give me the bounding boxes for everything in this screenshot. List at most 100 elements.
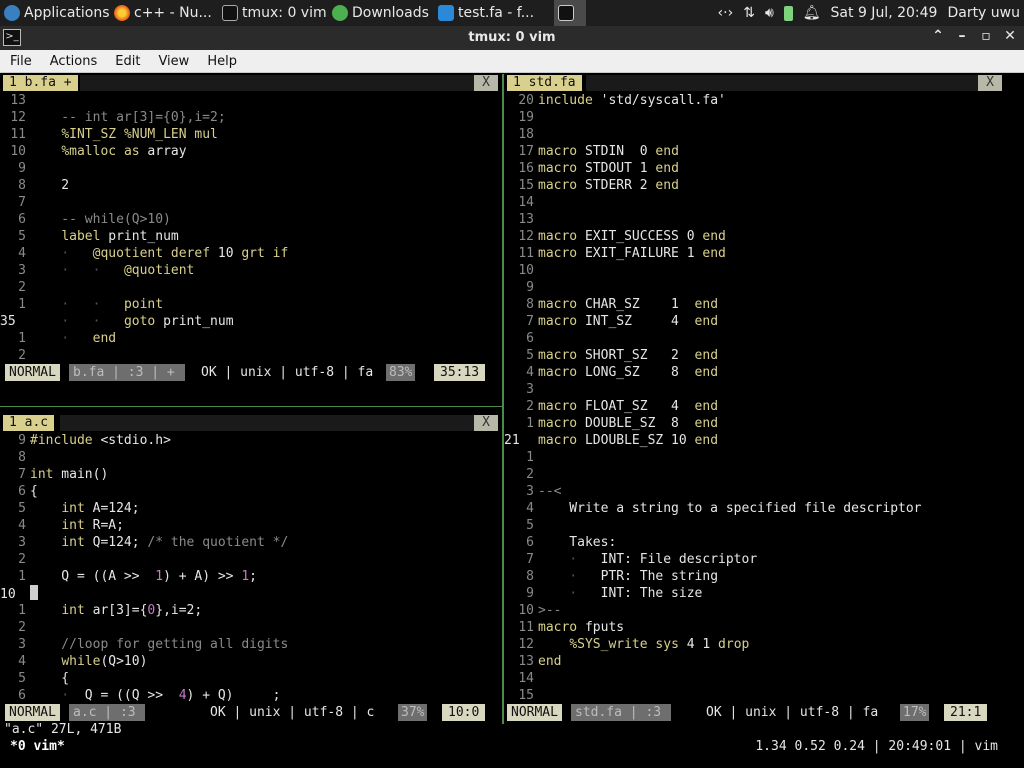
task-vscode[interactable]: test.fa - f... xyxy=(434,0,546,26)
code-line[interactable]: 1 int ar[3]={0},i=2; xyxy=(0,602,202,619)
line-text[interactable]: >-- xyxy=(538,603,561,618)
vim-tab-b-fa[interactable]: 1 b.fa + xyxy=(3,75,78,91)
line-text[interactable]: macro EXIT_SUCCESS 0 end xyxy=(538,229,726,244)
code-line[interactable]: 9 #include <stdio.h> xyxy=(0,432,171,449)
code-line[interactable]: 2 xyxy=(0,619,30,636)
code-line[interactable]: 8 xyxy=(0,449,30,466)
code-line[interactable]: 3 //loop for getting all digits xyxy=(0,636,288,653)
line-text[interactable]: · end xyxy=(30,331,116,346)
code-line[interactable]: 14 xyxy=(504,194,538,211)
terminal-area[interactable]: 1 b.fa + X 13 12 -- int ar[3]={0},i=2; 11 … xyxy=(0,74,1024,768)
vim-tab-std-fa[interactable]: 1 std.fa xyxy=(507,75,582,91)
line-text[interactable]: macro SHORT_SZ 2 end xyxy=(538,348,718,363)
code-line[interactable]: 2 xyxy=(504,466,538,483)
code-line[interactable]: 4 int R=A; xyxy=(0,517,124,534)
vim-tab-a-c[interactable]: 1 a.c xyxy=(3,415,55,431)
line-text[interactable]: -- int ar[3]={0},i=2; xyxy=(30,110,225,125)
code-line[interactable]: 19 xyxy=(504,109,538,126)
task-tmux[interactable]: tmux: 0 vim xyxy=(218,0,328,26)
code-line[interactable]: 7 · INT: File descriptor xyxy=(504,551,757,568)
code-line[interactable]: 3 --< xyxy=(504,483,561,500)
code-line[interactable]: 1 Q = ((A >> 1) + A) >> 1; xyxy=(0,568,257,585)
code-line[interactable]: 3 int Q=124; /* the quotient */ xyxy=(0,534,288,551)
line-text[interactable]: · · @quotient xyxy=(30,263,194,278)
line-text[interactable]: · INT: The size xyxy=(538,586,702,601)
line-text[interactable]: end xyxy=(538,654,561,669)
line-text[interactable]: int main() xyxy=(30,467,108,482)
network-icon[interactable]: ‹·› xyxy=(718,5,734,21)
vim-pane-std-fa[interactable]: 1 std.fa X 20 include 'std/syscall.fa' 19 1… xyxy=(504,74,1024,724)
code-line[interactable]: 15 macro STDERR 2 end xyxy=(504,177,679,194)
task-firefox[interactable]: c++ - Nu... xyxy=(110,0,218,26)
line-text[interactable]: while(Q>10) xyxy=(30,654,147,669)
task-downloads[interactable]: Downloads xyxy=(328,0,434,26)
code-line[interactable]: 3 xyxy=(504,381,538,398)
menu-view[interactable]: View xyxy=(148,54,197,69)
line-text[interactable]: macro FLOAT_SZ 4 end xyxy=(538,399,718,414)
code-line[interactable]: 3 · · @quotient xyxy=(0,262,194,279)
code-line[interactable]: 7 int main() xyxy=(0,466,108,483)
code-line[interactable]: 10 >-- xyxy=(504,602,561,619)
menu-actions[interactable]: Actions xyxy=(40,54,106,69)
line-text[interactable]: #include <stdio.h> xyxy=(30,433,171,448)
line-text[interactable]: %INT_SZ %NUM_LEN mul xyxy=(30,127,218,142)
line-text[interactable]: · · point xyxy=(30,297,163,312)
code-line[interactable]: 12 %SYS_write sys 4 1 drop xyxy=(504,636,749,653)
notification-bell-icon[interactable]: 🔔︎ xyxy=(803,5,821,21)
code-line[interactable]: 10 xyxy=(504,262,538,279)
close-tab-button[interactable]: X xyxy=(474,415,498,431)
line-text[interactable]: macro CHAR_SZ 1 end xyxy=(538,297,718,312)
line-text[interactable]: macro LDOUBLE_SZ 10 end xyxy=(538,433,718,448)
code-line[interactable]: 15 xyxy=(504,687,538,704)
vim-pane-b-fa[interactable]: 1 b.fa + X 13 12 -- int ar[3]={0},i=2; 11 … xyxy=(0,74,502,406)
code-line[interactable]: 5 int A=124; xyxy=(0,500,139,517)
code-line[interactable]: 2 xyxy=(0,347,30,364)
line-text[interactable]: macro EXIT_FAILURE 1 end xyxy=(538,246,726,261)
volume-icon[interactable]: 🔊︎ xyxy=(765,5,774,21)
task-active-terminal[interactable] xyxy=(554,0,586,26)
code-line[interactable]: 5 label print_num xyxy=(0,228,179,245)
code-line[interactable]: 4 while(Q>10) xyxy=(0,653,147,670)
code-line[interactable]: 5 xyxy=(504,517,538,534)
line-text[interactable]: int A=124; xyxy=(30,501,139,516)
line-text[interactable]: //loop for getting all digits xyxy=(30,637,288,652)
line-text[interactable]: 2 xyxy=(30,178,69,193)
line-text[interactable]: label print_num xyxy=(30,229,178,244)
code-line[interactable]: 10 %malloc as array xyxy=(0,143,186,160)
line-text[interactable]: · PTR: The string xyxy=(538,569,718,584)
code-line[interactable]: 2 xyxy=(0,551,30,568)
line-text[interactable]: macro STDIN 0 end xyxy=(538,144,679,159)
code-line[interactable]: 8 macro CHAR_SZ 1 end xyxy=(504,296,718,313)
line-text[interactable]: macro LONG_SZ 8 end xyxy=(538,365,718,380)
code-line[interactable]: 8 2 xyxy=(0,177,69,194)
close-button[interactable]: ✕ xyxy=(1002,28,1018,44)
code-line[interactable]: 5 macro SHORT_SZ 2 end xyxy=(504,347,718,364)
line-text[interactable]: int Q=124; /* the quotient */ xyxy=(30,535,288,550)
vim-pane-a-c[interactable]: 1 a.c X 9 #include <stdio.h> 8 7 int main() 6… xyxy=(0,414,502,724)
line-text[interactable]: · @quotient deref 10 grt if xyxy=(30,246,288,261)
code-line[interactable]: 11 macro EXIT_FAILURE 1 end xyxy=(504,245,726,262)
code-line[interactable]: 6 Takes: xyxy=(504,534,616,551)
code-line[interactable]: 9 xyxy=(0,160,30,177)
code-line[interactable]: 13 end xyxy=(504,653,561,670)
line-text[interactable]: macro DOUBLE_SZ 8 end xyxy=(538,416,718,431)
code-line[interactable]: 14 xyxy=(504,670,538,687)
code-line[interactable]: 6{ xyxy=(0,483,38,500)
minimize-button[interactable]: – xyxy=(954,28,970,44)
code-line[interactable]: 8 · PTR: The string xyxy=(504,568,718,585)
code-line[interactable]: 1 xyxy=(504,449,538,466)
code-line[interactable]: 17 macro STDIN 0 end xyxy=(504,143,679,160)
line-text[interactable]: { xyxy=(30,484,38,499)
code-line[interactable]: 16 macro STDOUT 1 end xyxy=(504,160,679,177)
line-text[interactable]: macro INT_SZ 4 end xyxy=(538,314,718,329)
chevron-up-icon[interactable]: ⌃ xyxy=(930,28,946,44)
code-line[interactable]: 4 Write a string to a specified file des… xyxy=(504,500,921,517)
code-line[interactable]: 4 · @quotient deref 10 grt if xyxy=(0,245,288,262)
clock[interactable]: Sat 9 Jul, 20:49 xyxy=(831,5,938,21)
line-text[interactable]: · INT: File descriptor xyxy=(538,552,757,567)
code-line[interactable]: 6 · Q = ((Q >> 4) + Q) ; xyxy=(0,687,280,704)
user-name[interactable]: Darty uwu xyxy=(947,5,1020,21)
vim-command-line[interactable]: "a.c" 27L, 471B xyxy=(4,722,121,737)
line-text[interactable]: { xyxy=(30,671,69,686)
line-text[interactable]: int R=A; xyxy=(30,518,124,533)
